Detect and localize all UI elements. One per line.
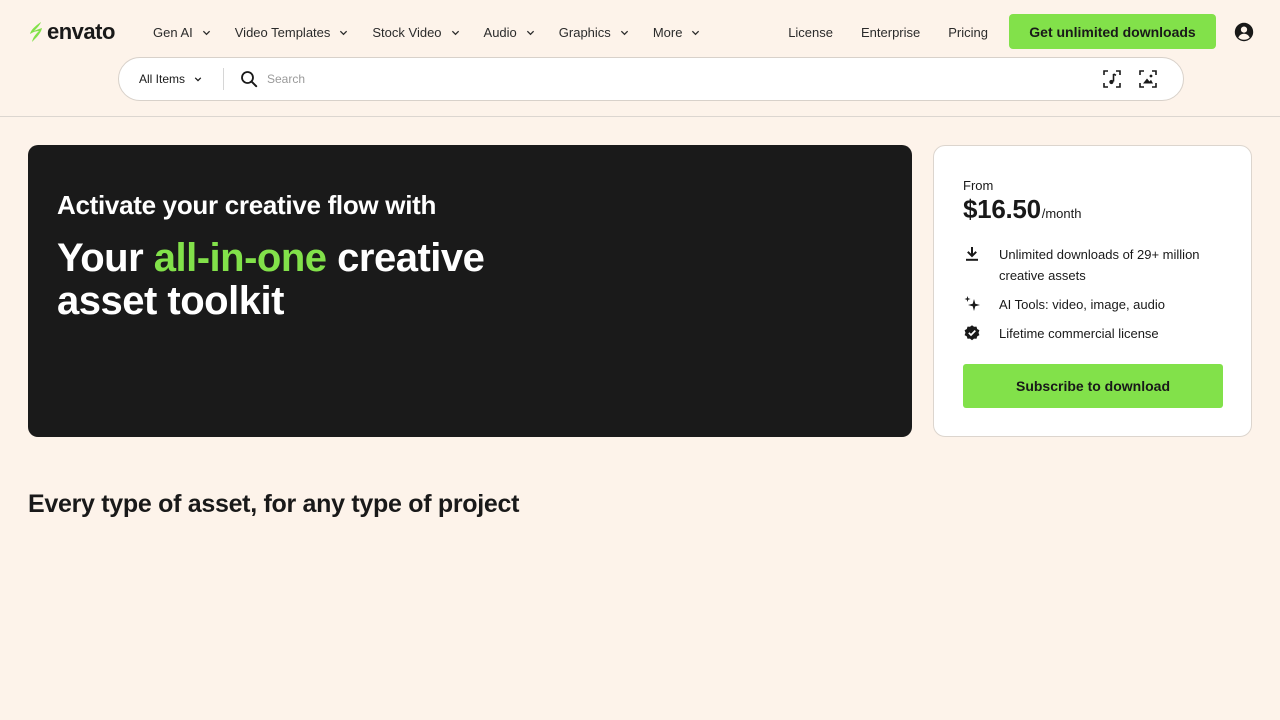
hero-banner: Activate your creative flow with Your al… xyxy=(28,145,912,437)
nav-item-label: Gen AI xyxy=(153,24,193,40)
image-search-icon[interactable] xyxy=(1138,69,1158,89)
license-link[interactable]: License xyxy=(788,25,833,40)
envato-leaf-icon xyxy=(30,22,42,42)
hero-title-accent: all-in-one xyxy=(153,236,327,280)
pricing-link[interactable]: Pricing xyxy=(948,25,988,40)
music-search-icon[interactable] xyxy=(1102,69,1122,89)
nav-item-gen-ai[interactable]: Gen AI xyxy=(153,25,211,40)
nav-item-label: Graphics xyxy=(558,24,611,40)
user-account-icon[interactable] xyxy=(1234,22,1254,42)
feature-item: Unlimited downloads of 29+ million creat… xyxy=(963,244,1233,286)
enterprise-link[interactable]: Enterprise xyxy=(861,25,920,40)
chevron-down-icon xyxy=(194,77,202,82)
chevron-down-icon xyxy=(202,30,210,35)
get-unlimited-downloads-button[interactable]: Get unlimited downloads xyxy=(1009,14,1216,49)
chevron-down-icon xyxy=(526,30,534,35)
subscribe-button[interactable]: Subscribe to download xyxy=(963,364,1223,408)
category-filter-dropdown[interactable]: All Items xyxy=(139,58,202,100)
feature-text: AI Tools: video, image, audio xyxy=(999,297,1165,312)
chevron-down-icon xyxy=(692,30,700,35)
search-icon xyxy=(241,71,258,88)
search-bar: All Items xyxy=(118,57,1184,101)
chevron-down-icon xyxy=(451,30,459,35)
nav-item-graphics[interactable]: Graphics xyxy=(559,25,629,40)
chevron-down-icon xyxy=(620,30,628,35)
header-divider xyxy=(0,116,1280,117)
nav-item-label: Video Templates xyxy=(234,24,331,40)
feature-item: AI Tools: video, image, audio xyxy=(963,294,1233,315)
verified-badge-icon xyxy=(964,325,980,341)
search-divider xyxy=(223,68,224,90)
nav-item-stock-video[interactable]: Stock Video xyxy=(372,25,459,40)
price-period: /month xyxy=(1041,206,1082,221)
nav-item-label: More xyxy=(652,24,683,40)
price-from-label: From xyxy=(963,178,994,193)
category-filter-label: All Items xyxy=(139,72,186,86)
feature-text: Unlimited downloads of 29+ million creat… xyxy=(999,247,1200,283)
hero-title: Your all-in-one creative asset toolkit xyxy=(57,237,577,323)
nav-item-video-templates[interactable]: Video Templates xyxy=(235,25,349,40)
top-navigation: envato Gen AI Video Templates Stock Vide… xyxy=(0,0,1280,64)
chevron-down-icon xyxy=(340,30,348,35)
feature-list: Unlimited downloads of 29+ million creat… xyxy=(963,244,1233,352)
secondary-links: License Enterprise Pricing xyxy=(788,22,988,42)
nav-item-label: Audio xyxy=(483,24,517,40)
logo-wordmark: envato xyxy=(47,19,115,44)
nav-item-label: Stock Video xyxy=(372,24,442,40)
price-row: $16.50 /month xyxy=(963,194,1081,225)
search-input[interactable] xyxy=(267,66,1067,92)
price-amount: $16.50 xyxy=(963,194,1041,224)
nav-item-audio[interactable]: Audio xyxy=(484,25,535,40)
feature-text: Lifetime commercial license xyxy=(999,326,1159,341)
pricing-card: From $16.50 /month Unlimited downloads o… xyxy=(933,145,1252,437)
sparkles-icon xyxy=(964,296,980,311)
feature-item: Lifetime commercial license xyxy=(963,323,1233,344)
envato-logo[interactable]: envato xyxy=(28,19,115,45)
download-icon xyxy=(966,247,978,261)
hero-title-start: Your xyxy=(57,236,154,280)
nav-item-more[interactable]: More xyxy=(653,25,701,40)
hero-kicker: Activate your creative flow with xyxy=(57,190,437,220)
main-nav: Gen AI Video Templates Stock Video Audio… xyxy=(153,22,724,42)
section-title: Every type of asset, for any type of pro… xyxy=(28,490,520,518)
